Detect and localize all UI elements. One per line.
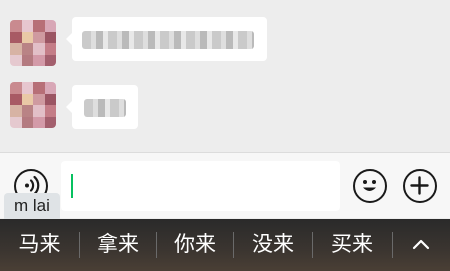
message-input-bar — [0, 152, 450, 218]
contact-avatar[interactable] — [10, 82, 56, 128]
candidate-word[interactable]: 你来 — [157, 219, 233, 271]
pinyin-composition: m lai — [4, 193, 60, 219]
candidate-word[interactable]: 马来 — [0, 219, 79, 271]
text-caret — [71, 174, 73, 198]
candidate-word[interactable]: 买来 — [313, 219, 391, 271]
ime-candidate-bar: 马来 拿来 你来 没来 买来 — [0, 219, 450, 271]
expand-candidates-button[interactable] — [393, 219, 450, 271]
chat-message-area[interactable] — [0, 0, 450, 152]
plus-icon — [410, 176, 429, 195]
chevron-up-icon — [412, 239, 430, 250]
candidate-word[interactable]: 没来 — [234, 219, 312, 271]
message-bubble[interactable] — [66, 17, 267, 61]
message-bubble[interactable] — [66, 85, 138, 129]
blurred-message-text — [82, 31, 254, 49]
candidate-word[interactable]: 拿来 — [80, 219, 156, 271]
blurred-message-text — [84, 99, 126, 117]
more-options-button[interactable] — [403, 169, 437, 203]
emoji-button[interactable] — [353, 169, 387, 203]
smiley-face-icon — [363, 180, 376, 191]
contact-avatar[interactable] — [10, 20, 56, 66]
message-text-field[interactable] — [61, 161, 340, 211]
